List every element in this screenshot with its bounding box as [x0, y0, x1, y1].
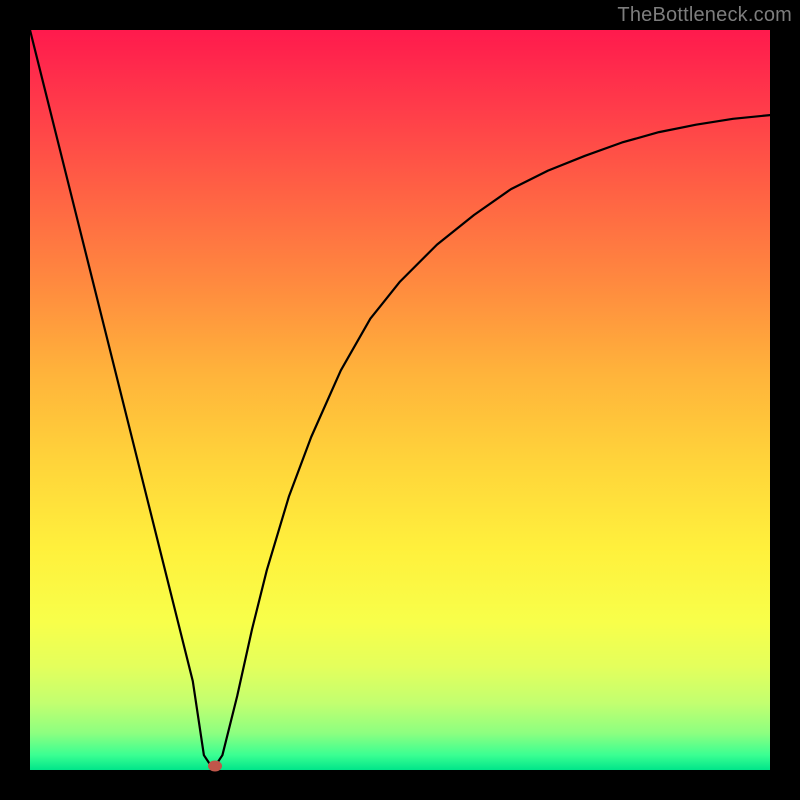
watermark-text: TheBottleneck.com	[617, 4, 792, 27]
optimal-point-marker	[208, 761, 222, 772]
chart-frame: TheBottleneck.com	[0, 0, 800, 800]
plot-area	[30, 30, 770, 770]
bottleneck-curve	[30, 30, 770, 770]
